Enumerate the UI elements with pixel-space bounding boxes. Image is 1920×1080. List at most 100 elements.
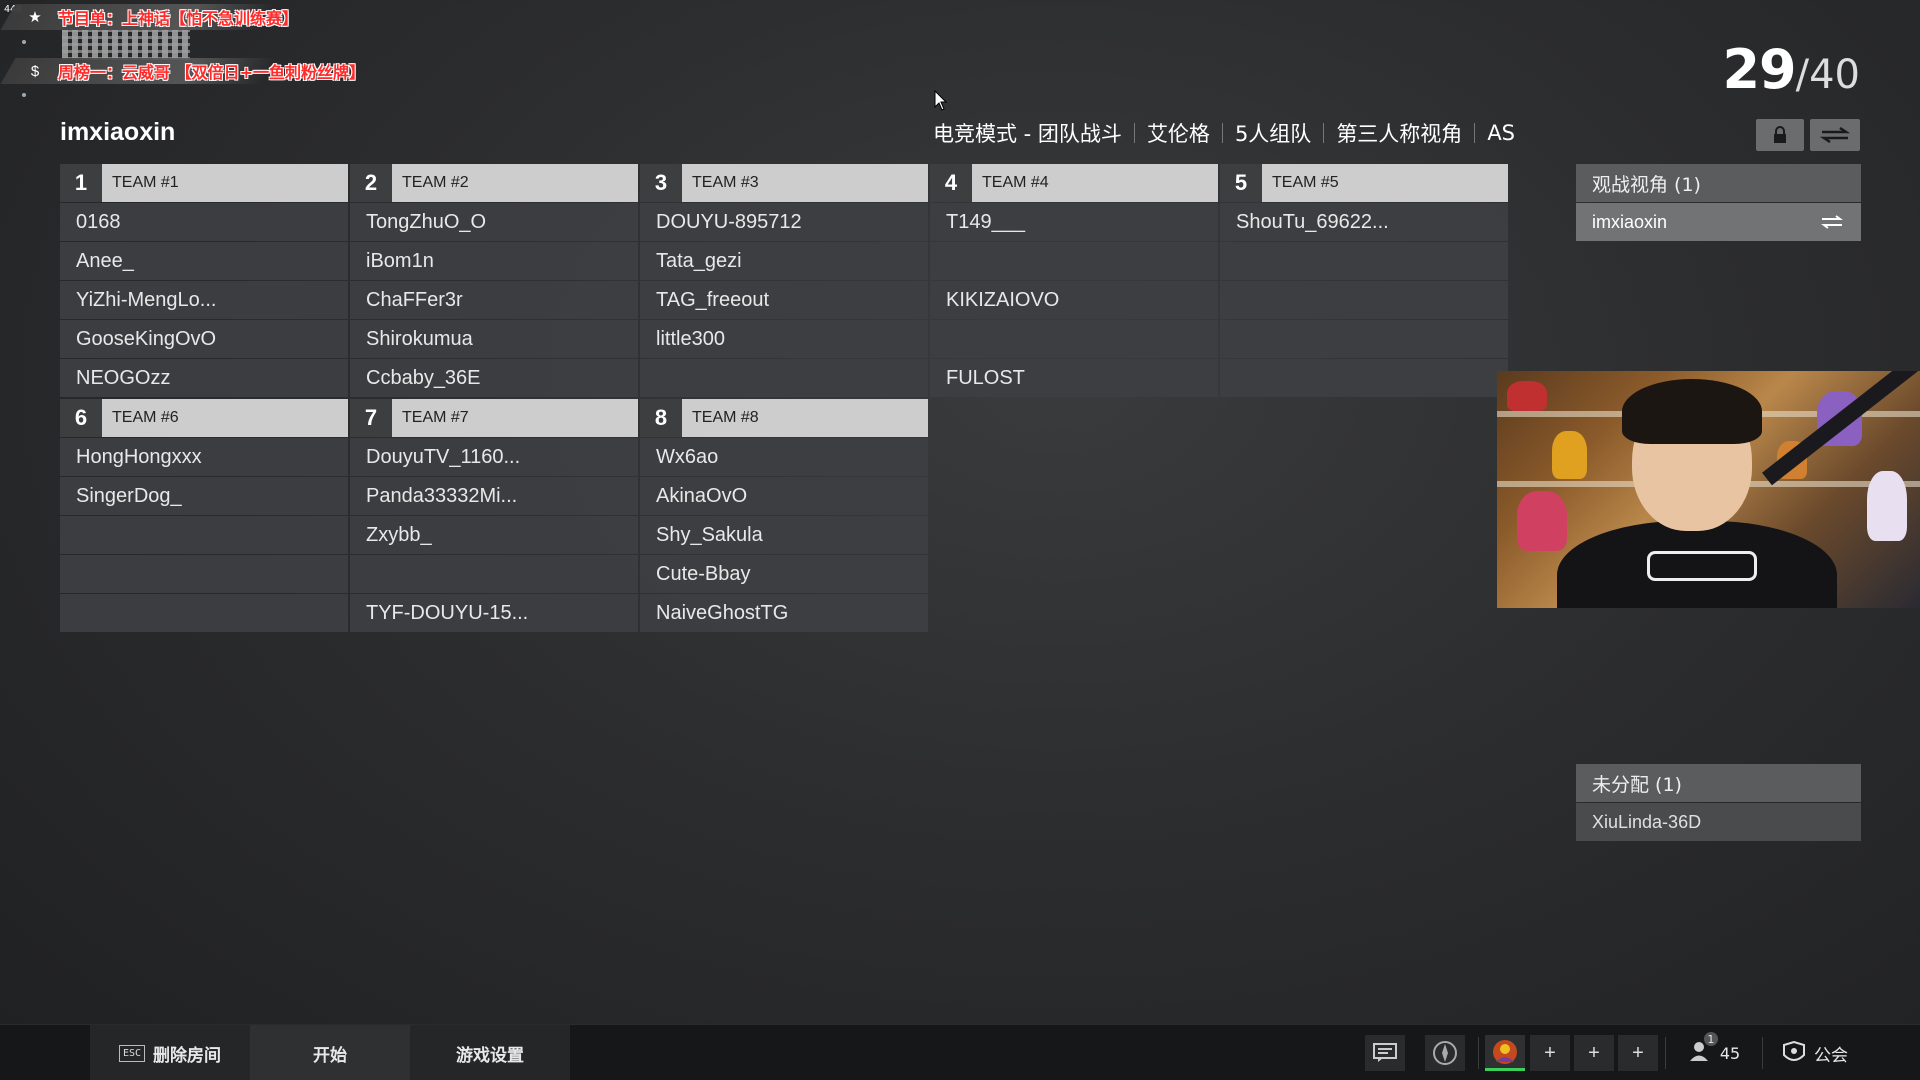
- delete-room-button[interactable]: ESC 删除房间: [90, 1025, 250, 1080]
- player-slot[interactable]: Ccbaby_36E: [350, 359, 638, 397]
- player-slot[interactable]: NEOGOzz: [60, 359, 348, 397]
- player-slot[interactable]: Zxybb_: [350, 516, 638, 554]
- player-slot[interactable]: DOUYU-895712: [640, 203, 928, 241]
- empty-player-slot[interactable]: [60, 516, 348, 554]
- player-slot[interactable]: Anee_: [60, 242, 348, 280]
- region-label: AS: [1487, 121, 1516, 145]
- team-number: 4: [930, 164, 972, 202]
- delete-room-label: 删除房间: [153, 1045, 222, 1066]
- bottom-bar: ESC 删除房间 开始 游戏设置 + + + 1 45 公会: [0, 1024, 1920, 1080]
- team-header[interactable]: 1 TEAM #1: [60, 164, 348, 202]
- player-slot[interactable]: TongZhuO_O: [350, 203, 638, 241]
- overlay-ranking-text: 周榜一：云威哥 【双倍日+一鱼刺粉丝牌】: [58, 63, 365, 82]
- spectator-panel-title[interactable]: 观战视角 (1): [1576, 164, 1861, 202]
- friends-notification-badge: 1: [1703, 1032, 1718, 1046]
- player-slot[interactable]: Wx6ao: [640, 438, 928, 476]
- mouse-cursor-icon: [934, 90, 948, 111]
- friends-button[interactable]: 1 45: [1675, 1025, 1755, 1080]
- empty-player-slot[interactable]: [60, 555, 348, 593]
- player-slot[interactable]: 0168: [60, 203, 348, 241]
- swap-button[interactable]: [1810, 119, 1860, 151]
- empty-player-slot[interactable]: [930, 242, 1218, 280]
- esc-key-hint: ESC: [118, 1044, 146, 1062]
- mode-label: 电竞模式 - 团队战斗: [933, 122, 1122, 146]
- overlay-program-row: ★ 节目单：上神话【怕不急训练赛】: [0, 4, 428, 30]
- player-slot[interactable]: NaiveGhostTG: [640, 594, 928, 632]
- team-header[interactable]: 4 TEAM #4: [930, 164, 1218, 202]
- player-slot[interactable]: iBom1n: [350, 242, 638, 280]
- player-count-current: 29: [1722, 38, 1796, 101]
- player-slot[interactable]: GooseKingOvO: [60, 320, 348, 358]
- empty-player-slot[interactable]: [1220, 281, 1508, 319]
- player-slot[interactable]: HongHongxxx: [60, 438, 348, 476]
- team-header[interactable]: 7 TEAM #7: [350, 399, 638, 437]
- spectator-player-name: imxiaoxin: [1592, 211, 1668, 232]
- team-title: TEAM #2: [402, 174, 469, 191]
- player-slot[interactable]: T149___: [930, 203, 1218, 241]
- player-slot[interactable]: Shirokumua: [350, 320, 638, 358]
- empty-player-slot[interactable]: [1220, 242, 1508, 280]
- player-slot[interactable]: SingerDog_: [60, 477, 348, 515]
- team-block: 5 TEAM #5 ShouTu_69622...: [1220, 164, 1508, 397]
- plus-icon: +: [1588, 1041, 1600, 1064]
- empty-player-slot[interactable]: [930, 320, 1218, 358]
- player-slot[interactable]: Panda33332Mi...: [350, 477, 638, 515]
- player-slot[interactable]: ChaFFer3r: [350, 281, 638, 319]
- player-slot[interactable]: YiZhi-MengLo...: [60, 281, 348, 319]
- spectator-slot[interactable]: imxiaoxin: [1576, 203, 1861, 241]
- unassigned-panel-title[interactable]: 未分配 (1): [1576, 764, 1861, 802]
- team-size-label: 5人组队: [1234, 122, 1312, 146]
- game-settings-button[interactable]: 游戏设置: [410, 1025, 570, 1080]
- empty-player-slot[interactable]: [60, 594, 348, 632]
- team-block: 8 TEAM #8 Wx6ao AkinaOvO Shy_Sakula Cute-Bbay…: [640, 399, 928, 632]
- team-header[interactable]: 8 TEAM #8: [640, 399, 928, 437]
- empty-player-slot[interactable]: [1220, 320, 1508, 358]
- guild-button[interactable]: 公会: [1770, 1025, 1860, 1080]
- team-block: 3 TEAM #3 DOUYU-895712 Tata_gezi TAG_freeout…: [640, 164, 928, 397]
- empty-player-slot[interactable]: [640, 359, 928, 397]
- match-settings-bar: 电竞模式 - 团队战斗 艾伦格 5人组队 第三人称视角 AS: [933, 118, 1515, 148]
- lock-icon: [1774, 126, 1786, 143]
- team-header[interactable]: 2 TEAM #2: [350, 164, 638, 202]
- player-slot[interactable]: FULOST: [930, 359, 1218, 397]
- unassigned-panel: 未分配 (1) XiuLinda-36D: [1576, 764, 1861, 841]
- player-slot[interactable]: little300: [640, 320, 928, 358]
- team-header[interactable]: 3 TEAM #3: [640, 164, 928, 202]
- team-number: 6: [60, 399, 102, 437]
- guild-label: 公会: [1814, 1045, 1848, 1066]
- player-slot[interactable]: TAG_freeout: [640, 281, 928, 319]
- player-slot[interactable]: DouyuTV_1160...: [350, 438, 638, 476]
- player-slot[interactable]: Tata_gezi: [640, 242, 928, 280]
- team-title: TEAM #5: [1272, 174, 1339, 191]
- team-number: 7: [350, 399, 392, 437]
- add-squad-slot-2[interactable]: +: [1574, 1035, 1614, 1071]
- player-slot[interactable]: Shy_Sakula: [640, 516, 928, 554]
- empty-player-slot[interactable]: [350, 555, 638, 593]
- compass-button[interactable]: [1425, 1035, 1465, 1071]
- player-slot[interactable]: TYF-DOUYU-15...: [350, 594, 638, 632]
- add-squad-slot-3[interactable]: +: [1618, 1035, 1658, 1071]
- player-slot[interactable]: KIKIZAIOVO: [930, 281, 1218, 319]
- guild-icon: [1783, 1041, 1805, 1061]
- empty-player-slot[interactable]: [1220, 359, 1508, 397]
- spectator-panel: 观战视角 (1) imxiaoxin: [1576, 164, 1861, 241]
- team-header[interactable]: 6 TEAM #6: [60, 399, 348, 437]
- unassigned-slot[interactable]: XiuLinda-36D: [1576, 803, 1861, 841]
- team-title: TEAM #8: [692, 409, 759, 426]
- swap-icon[interactable]: [1821, 215, 1843, 229]
- player-slot[interactable]: AkinaOvO: [640, 477, 928, 515]
- squad-avatar-slot[interactable]: [1485, 1035, 1525, 1071]
- add-squad-slot-1[interactable]: +: [1530, 1035, 1570, 1071]
- team-number: 8: [640, 399, 682, 437]
- player-count-max: 40: [1809, 52, 1860, 98]
- lock-button[interactable]: [1756, 119, 1804, 151]
- player-slot[interactable]: ShouTu_69622...: [1220, 203, 1508, 241]
- start-button[interactable]: 开始: [250, 1025, 410, 1080]
- dollar-icon: $: [30, 62, 40, 80]
- team-number: 1: [60, 164, 102, 202]
- team-header[interactable]: 5 TEAM #5: [1220, 164, 1508, 202]
- host-name: imxiaoxin: [60, 118, 176, 146]
- team-title: TEAM #3: [692, 174, 759, 191]
- chat-button[interactable]: [1365, 1035, 1405, 1071]
- player-slot[interactable]: Cute-Bbay: [640, 555, 928, 593]
